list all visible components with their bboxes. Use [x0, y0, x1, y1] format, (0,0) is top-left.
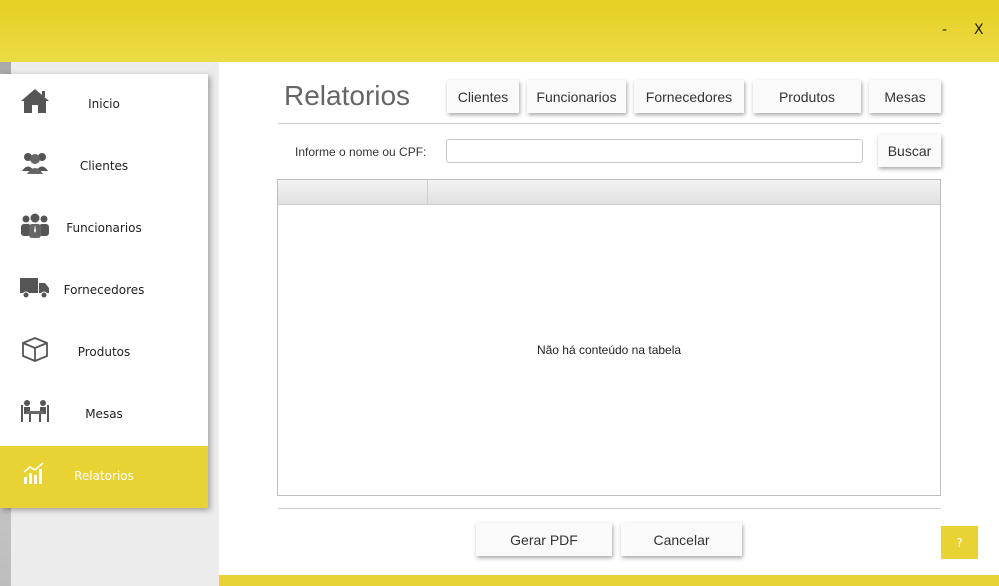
sidebar-item-label: Inicio	[88, 97, 120, 111]
minimize-button[interactable]: -	[942, 22, 947, 38]
tab-produtos[interactable]: Produtos	[753, 80, 861, 113]
close-button[interactable]: X	[974, 22, 984, 38]
sidebar-item-produtos[interactable]: Produtos	[0, 322, 208, 384]
search-label: Informe o nome ou CPF:	[295, 145, 427, 159]
sidebar-item-label: Relatorios	[74, 469, 134, 483]
sidebar-item-relatorios[interactable]: Relatorios	[0, 446, 208, 508]
sidebar-item-label: Produtos	[77, 345, 131, 359]
help-button[interactable]: ?	[941, 526, 978, 559]
tab-mesas[interactable]: Mesas	[869, 80, 941, 113]
tab-fornecedores[interactable]: Fornecedores	[634, 80, 744, 113]
sidebar-item-inicio[interactable]: Inicio	[0, 74, 208, 136]
generate-pdf-button[interactable]: Gerar PDF	[476, 523, 612, 556]
sidebar-item-funcionarios[interactable]: Funcionarios	[0, 198, 208, 260]
page-title: Relatorios	[284, 80, 411, 111]
divider	[278, 508, 941, 509]
sidebar-item-mesas[interactable]: Mesas	[0, 384, 208, 446]
empty-table-message: Não há conteúdo na tabela	[536, 343, 682, 357]
sidebar-item-label: Fornecedores	[63, 283, 145, 297]
sidebar-item-clientes[interactable]: Clientes	[0, 136, 208, 198]
column-header[interactable]	[278, 180, 428, 205]
tab-clientes[interactable]: Clientes	[447, 80, 519, 113]
bottom-accent-bar	[219, 575, 999, 586]
title-bar: - X	[0, 0, 999, 62]
divider	[278, 123, 941, 124]
sidebar-item-label: Clientes	[79, 159, 129, 173]
sidebar: Inicio Clientes Funcionarios Fornecedore…	[0, 74, 208, 508]
search-input[interactable]	[446, 139, 863, 163]
table-header	[278, 180, 940, 205]
results-table[interactable]: Não há conteúdo na tabela	[277, 179, 941, 496]
column-header[interactable]	[428, 180, 940, 205]
sidebar-item-fornecedores[interactable]: Fornecedores	[0, 260, 208, 322]
tab-funcionarios[interactable]: Funcionarios	[527, 80, 626, 113]
sidebar-item-label: Mesas	[85, 407, 123, 421]
sidebar-item-label: Funcionarios	[66, 221, 142, 235]
search-button[interactable]: Buscar	[878, 134, 941, 167]
cancel-button[interactable]: Cancelar	[621, 523, 742, 556]
